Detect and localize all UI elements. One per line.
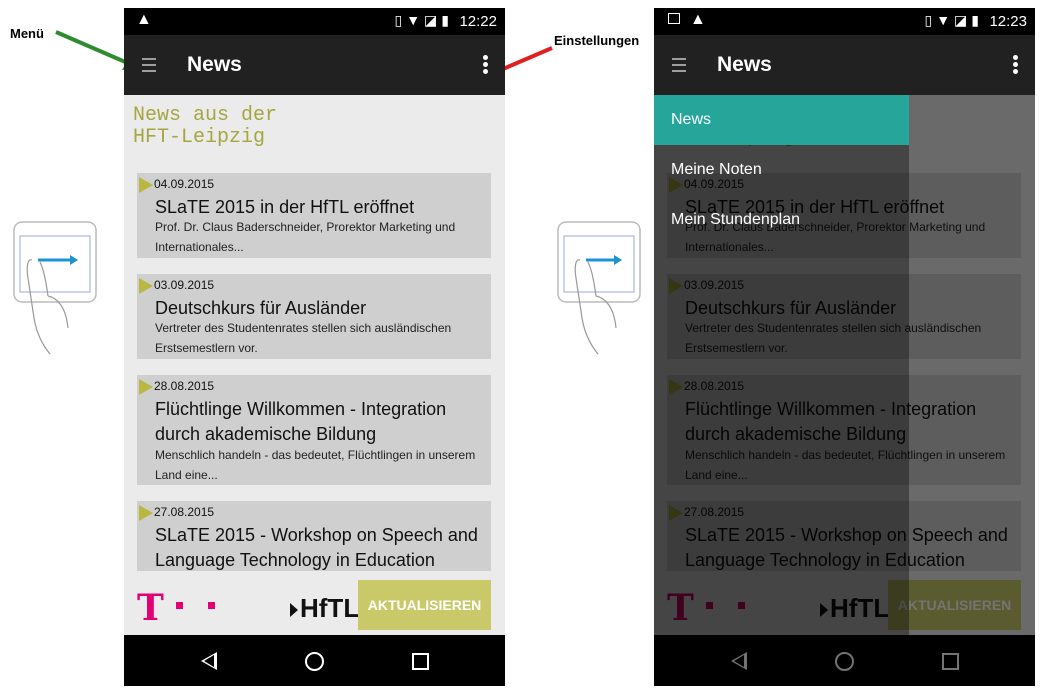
app-title: News: [717, 53, 772, 76]
hamburger-icon[interactable]: [142, 54, 156, 76]
status-icons: ▯▼◪▮: [924, 12, 983, 28]
app-title: News: [187, 53, 242, 76]
news-card[interactable]: 04.09.2015 SLaTE 2015 in der HfTL eröffn…: [137, 173, 491, 258]
hftl-logo: HfTL: [290, 593, 359, 624]
news-list[interactable]: News aus der HFT-Leipzig 04.09.2015 SLaT…: [124, 95, 505, 635]
news-teaser: Prof. Dr. Claus Baderschneider, Prorekto…: [155, 220, 456, 254]
news-date: 03.09.2015: [154, 278, 215, 292]
more-vert-icon[interactable]: [1013, 55, 1019, 77]
annotation-menu: Menü: [10, 26, 44, 41]
swipe-gesture-icon: [557, 221, 641, 355]
bullet-triangle-icon: [139, 505, 153, 521]
phone-screen-right: ▲ ▯▼◪▮ 12:23 News News aus der HFT-Leipz…: [654, 8, 1035, 686]
update-button[interactable]: AKTUALISIEREN: [358, 580, 491, 630]
footer: T HfTL AKTUALISIEREN: [124, 579, 505, 635]
drawer-item-mein-stundenplan[interactable]: Mein Stundenplan: [654, 195, 909, 245]
image-icon: [668, 13, 680, 24]
status-bar: ▲ ▯▼◪▮ 12:22: [124, 8, 505, 35]
news-title: SLaTE 2015 - Workshop on Speech and Lang…: [155, 525, 478, 570]
system-nav-bar: [124, 635, 505, 686]
page-title: News aus der HFT-Leipzig: [133, 104, 278, 149]
drawer-item-meine-noten[interactable]: Meine Noten: [654, 145, 909, 195]
news-date: 27.08.2015: [154, 505, 215, 519]
status-bar: ▲ ▯▼◪▮ 12:23: [654, 8, 1035, 35]
telekom-logo: T: [137, 587, 164, 629]
status-time: 12:22: [459, 13, 497, 30]
bullet-triangle-icon: [139, 177, 153, 193]
news-teaser: Menschlich handeln - das bedeutet, Flüch…: [155, 448, 476, 482]
swipe-gesture-icon: [13, 221, 97, 355]
news-title: Flüchtlinge Willkommen - Integration dur…: [155, 399, 447, 444]
warning-icon: ▲: [690, 11, 706, 28]
nav-drawer: News Meine Noten Mein Stundenplan: [654, 95, 909, 635]
annotation-settings: Einstellungen: [554, 33, 640, 48]
home-icon[interactable]: [305, 652, 324, 671]
recents-icon[interactable]: [412, 653, 429, 670]
phone-screen-left: ▲ ▯▼◪▮ 12:22 News News aus der HFT-Leipz…: [124, 8, 505, 686]
app-bar: News: [124, 35, 505, 95]
warning-icon: ▲: [136, 11, 152, 28]
news-teaser: Vertreter des Studentenrates stellen sic…: [155, 321, 452, 355]
telekom-logo-dot: [208, 602, 215, 609]
news-card[interactable]: 28.08.2015 Flüchtlinge Willkommen - Inte…: [137, 375, 491, 485]
status-icons: ▯▼◪▮: [394, 12, 453, 28]
telekom-logo-dot: [176, 602, 183, 609]
news-date: 04.09.2015: [154, 177, 215, 191]
hamburger-icon[interactable]: [672, 54, 686, 76]
news-date: 28.08.2015: [154, 379, 215, 393]
drawer-item-news[interactable]: News: [654, 95, 909, 145]
news-card[interactable]: 03.09.2015 Deutschkurs für Ausländer Ver…: [137, 274, 491, 359]
news-card[interactable]: 27.08.2015 SLaTE 2015 - Workshop on Spee…: [137, 501, 491, 571]
app-bar: News: [654, 35, 1035, 95]
bullet-triangle-icon: [139, 379, 153, 395]
back-icon[interactable]: [201, 652, 217, 670]
status-time: 12:23: [989, 13, 1027, 30]
bullet-triangle-icon: [139, 278, 153, 294]
more-vert-icon[interactable]: [483, 55, 489, 77]
